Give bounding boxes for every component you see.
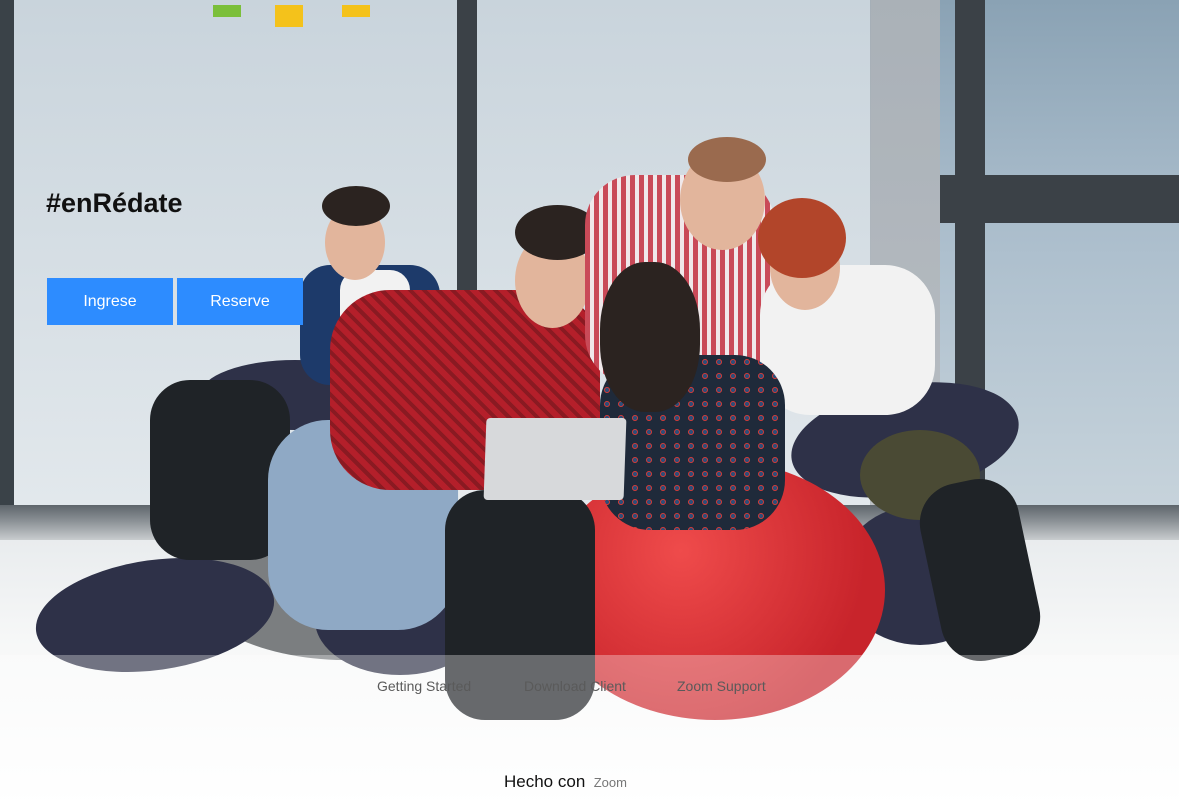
download-client-link[interactable]: Download Client (524, 678, 626, 694)
sticky-note (213, 5, 241, 17)
getting-started-link[interactable]: Getting Started (377, 678, 471, 694)
person-hair (600, 262, 700, 412)
credit-text: Hecho con (504, 772, 586, 791)
footer-nav: Getting Started Download Client Zoom Sup… (0, 678, 1179, 696)
person-hair (688, 137, 766, 182)
sticky-note (342, 5, 370, 17)
footer-credit: Hecho con Zoom (504, 772, 627, 792)
zoom-support-link[interactable]: Zoom Support (677, 678, 766, 694)
window-mullion (940, 175, 1179, 223)
ingrese-button[interactable]: Ingrese (47, 278, 173, 325)
window-mullion (457, 0, 477, 300)
zoom-credit-link[interactable]: Zoom (594, 775, 627, 790)
sticky-note (275, 5, 303, 27)
reserve-button[interactable]: Reserve (177, 278, 303, 325)
person-hair (758, 198, 846, 278)
page-title: #enRédate (46, 188, 183, 218)
person-hair (322, 186, 390, 226)
laptop (483, 418, 627, 500)
